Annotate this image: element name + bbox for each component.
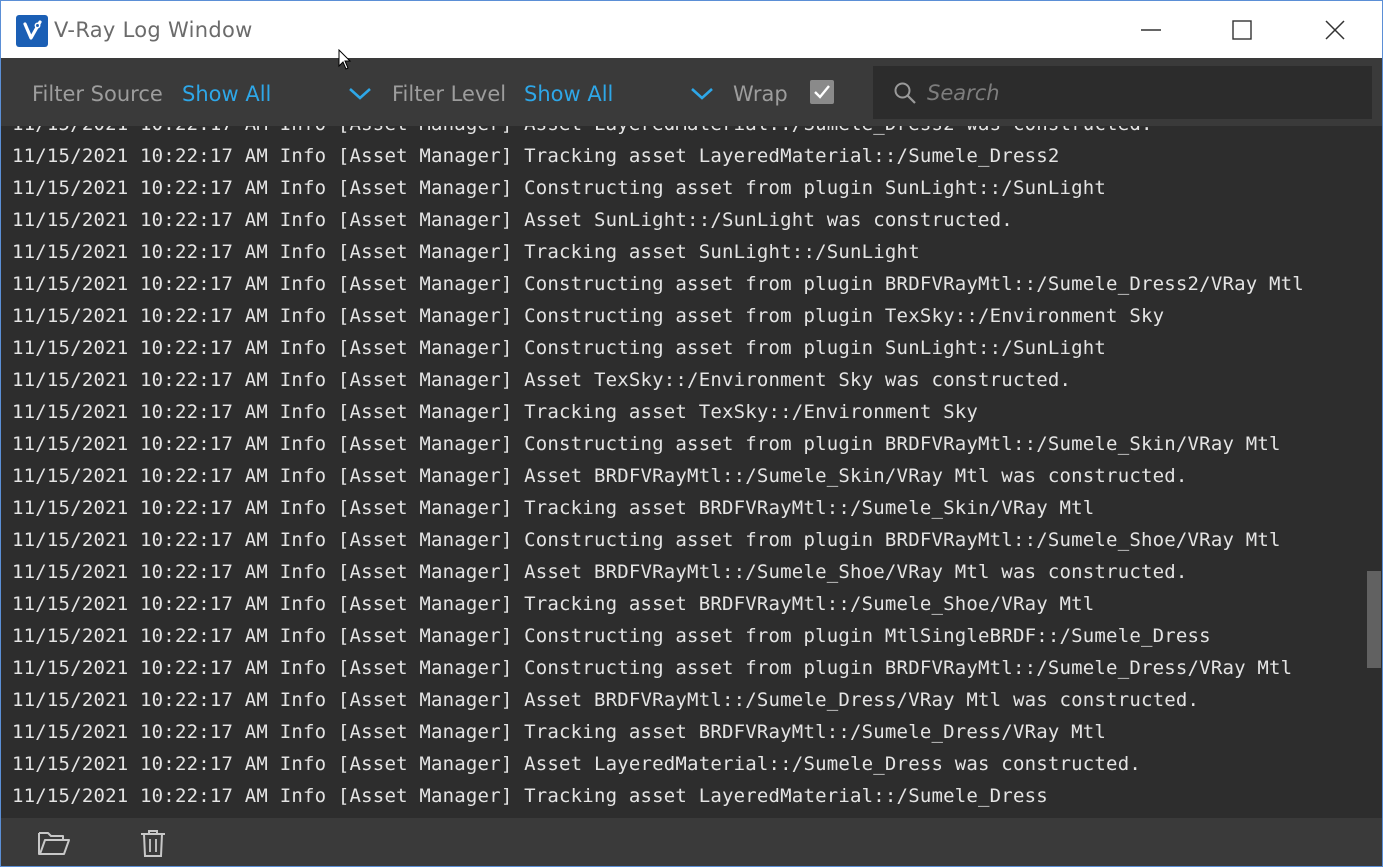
filter-source-label: Filter Source	[32, 82, 163, 106]
filter-level-value: Show All	[524, 82, 614, 106]
bottom-bar	[1, 818, 1382, 866]
wrap-label: Wrap	[733, 82, 788, 106]
log-line[interactable]: 11/15/2021 10:22:17 AM Info [Asset Manag…	[12, 172, 1304, 204]
log-line[interactable]: 11/15/2021 10:22:17 AM Info [Asset Manag…	[12, 300, 1304, 332]
log-line[interactable]: 11/15/2021 10:22:17 AM Info [Asset Manag…	[12, 140, 1304, 172]
scrollbar-thumb[interactable]	[1367, 571, 1381, 668]
open-log-button[interactable]	[37, 828, 71, 858]
title-bar[interactable]: V-Ray Log Window	[1, 1, 1382, 58]
filter-toolbar: Filter Source Show All Filter Level Show…	[1, 58, 1382, 126]
log-line[interactable]: 11/15/2021 10:22:17 AM Info [Asset Manag…	[12, 716, 1304, 748]
search-icon	[894, 82, 916, 104]
filter-level-label: Filter Level	[392, 82, 507, 106]
mouse-cursor-icon	[338, 49, 352, 70]
log-line[interactable]: 11/15/2021 10:22:17 AM Info [Asset Manag…	[12, 492, 1304, 524]
vray-logo-icon	[16, 15, 48, 47]
filter-source-value: Show All	[182, 82, 272, 106]
filter-level-dropdown[interactable]: Show All	[520, 72, 720, 114]
log-line[interactable]: 11/15/2021 10:22:17 AM Info [Asset Manag…	[12, 780, 1304, 812]
log-line[interactable]: 11/15/2021 10:22:17 AM Info [Asset Manag…	[12, 364, 1304, 396]
log-line[interactable]: 11/15/2021 10:22:17 AM Info [Asset Manag…	[12, 652, 1304, 684]
log-line[interactable]: 11/15/2021 10:22:17 AM Info [Asset Manag…	[12, 268, 1304, 300]
clear-log-button[interactable]	[138, 828, 172, 858]
vertical-scrollbar[interactable]	[1366, 126, 1382, 818]
window-title: V-Ray Log Window	[54, 18, 253, 42]
log-line[interactable]: 11/15/2021 10:22:17 AM Info [Asset Manag…	[12, 620, 1304, 652]
maximize-icon	[1232, 19, 1252, 40]
log-line[interactable]: 11/15/2021 10:22:17 AM Info [Asset Manag…	[12, 524, 1304, 556]
search-box[interactable]	[873, 66, 1372, 119]
minimize-button[interactable]	[1105, 1, 1197, 58]
search-input[interactable]	[925, 76, 1359, 110]
log-line[interactable]: 11/15/2021 10:22:17 AM Info [Asset Manag…	[12, 236, 1304, 268]
chevron-down-icon	[349, 88, 371, 100]
wrap-checkbox[interactable]	[810, 80, 834, 104]
log-list: 11/15/2021 10:22:17 AM Info [Asset Manag…	[12, 126, 1304, 812]
filter-source-dropdown[interactable]: Show All	[178, 72, 378, 114]
log-window: V-Ray Log Window Filter Source Show All	[0, 0, 1383, 867]
checkmark-icon	[814, 85, 830, 99]
log-line[interactable]: 11/15/2021 10:22:17 AM Info [Asset Manag…	[12, 556, 1304, 588]
log-line[interactable]: 11/15/2021 10:22:17 AM Info [Asset Manag…	[12, 332, 1304, 364]
chevron-down-icon	[691, 88, 713, 100]
log-line[interactable]: 11/15/2021 10:22:17 AM Info [Asset Manag…	[12, 428, 1304, 460]
log-line[interactable]: 11/15/2021 10:22:17 AM Info [Asset Manag…	[12, 684, 1304, 716]
maximize-button[interactable]	[1196, 1, 1288, 58]
log-line[interactable]: 11/15/2021 10:22:17 AM Info [Asset Manag…	[12, 588, 1304, 620]
close-button[interactable]	[1289, 1, 1381, 58]
log-line[interactable]: 11/15/2021 10:22:17 AM Info [Asset Manag…	[12, 126, 1304, 140]
log-view[interactable]: 11/15/2021 10:22:17 AM Info [Asset Manag…	[1, 126, 1366, 818]
trash-icon	[141, 830, 165, 857]
log-line[interactable]: 11/15/2021 10:22:17 AM Info [Asset Manag…	[12, 396, 1304, 428]
folder-open-icon	[38, 832, 70, 855]
log-line[interactable]: 11/15/2021 10:22:17 AM Info [Asset Manag…	[12, 460, 1304, 492]
close-icon	[1325, 19, 1345, 40]
log-line[interactable]: 11/15/2021 10:22:17 AM Info [Asset Manag…	[12, 748, 1304, 780]
minimize-icon	[1141, 28, 1161, 31]
log-line[interactable]: 11/15/2021 10:22:17 AM Info [Asset Manag…	[12, 204, 1304, 236]
